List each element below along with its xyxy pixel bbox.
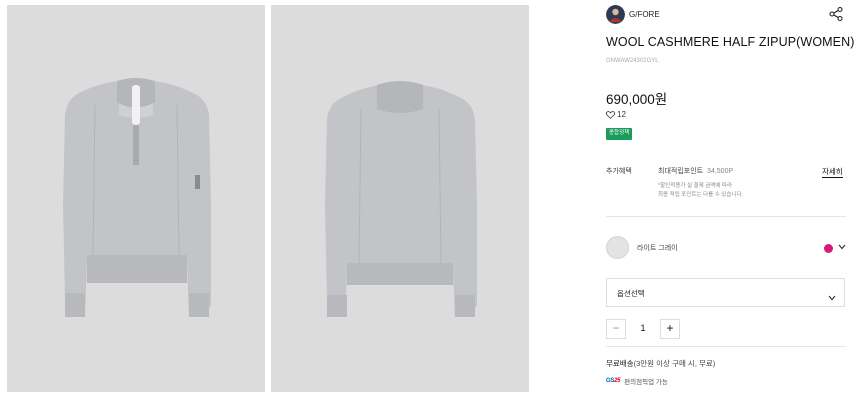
like-button[interactable]: 12 (606, 110, 626, 119)
product-title: WOOL CASHMERE HALF ZIPUP(WOMEN) (606, 35, 855, 49)
color-swatch-light-gray[interactable] (606, 236, 629, 259)
pickup-info: GS25 편의점픽업 가능 (606, 376, 668, 386)
color-selector: 라이트 그레이 (606, 234, 846, 262)
shipping-info: 무료배송(3만원 이상 구매 시, 무료) (606, 358, 715, 369)
point-label: 최대적립포인트 (658, 168, 704, 175)
quantity-value[interactable]: 1 (626, 323, 660, 333)
chevron-down-icon (828, 288, 836, 306)
brand-name[interactable]: G/FORE (629, 10, 660, 19)
heart-icon (606, 110, 615, 119)
divider (606, 216, 846, 217)
pickup-text: 편의점픽업 가능 (624, 379, 668, 386)
status-badge: 종합정책 (606, 128, 633, 140)
product-info-panel: G/FORE WOOL CASHMERE HALF ZIPUP(WOMEN) G… (606, 0, 854, 401)
shipping-title: 무료배송 (606, 359, 634, 368)
benefit-note: *할인적용가 실 결제 금액에 따라 최종 적립 포인트는 다를 수 있습니다. (658, 182, 798, 200)
benefit-label: 추가혜택 (606, 168, 632, 175)
point-value: 34,500P (707, 168, 734, 175)
product-price: 690,000원 (606, 92, 668, 107)
benefit-note-line: 최종 적립 포인트는 다를 수 있습니다. (658, 192, 744, 198)
share-icon[interactable] (828, 6, 844, 22)
product-image-front[interactable] (7, 5, 265, 392)
product-sku: GNWAW24302GYL (606, 58, 659, 64)
sweater-back-illustration (325, 81, 477, 317)
color-name: 라이트 그레이 (637, 245, 678, 252)
shipping-detail: (3만원 이상 구매 시, 무료) (633, 359, 716, 368)
quantity-increase-button[interactable]: + (660, 319, 680, 339)
gs25-logo: GS25 (606, 378, 621, 384)
quantity-decrease-button[interactable]: − (606, 319, 626, 339)
benefit-detail-link[interactable]: 자세히 (822, 166, 843, 178)
option-select[interactable]: 옵션선택 (606, 278, 845, 307)
divider (606, 346, 846, 347)
like-count: 12 (617, 110, 626, 119)
product-image-back[interactable] (271, 5, 529, 392)
sweater-front-illustration (63, 78, 211, 317)
max-point-label: 최대적립포인트 34,500P (658, 166, 733, 176)
color-swatch-pink[interactable] (824, 244, 833, 253)
option-select-label: 옵션선택 (617, 289, 645, 298)
brand-logo[interactable] (606, 4, 625, 24)
chevron-down-icon[interactable] (838, 244, 846, 252)
quantity-stepper: − 1 + (606, 319, 681, 339)
brand-row: G/FORE (606, 4, 846, 24)
benefit-note-line: *할인적용가 실 결제 금액에 따라 (658, 183, 733, 189)
